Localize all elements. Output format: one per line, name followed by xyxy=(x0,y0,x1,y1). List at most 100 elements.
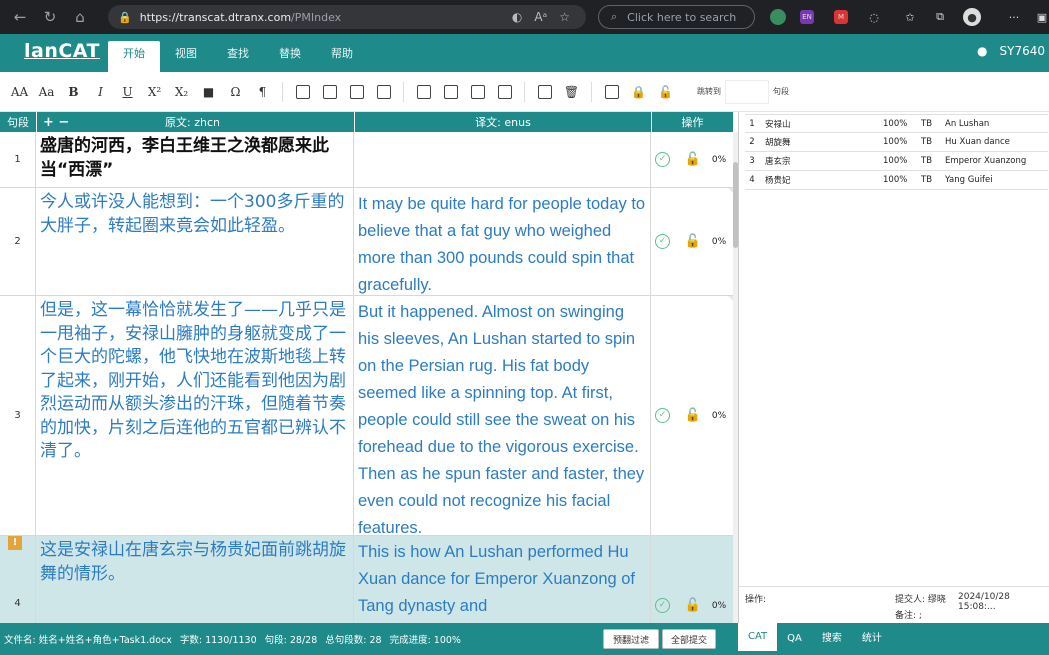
prefilter-button[interactable]: 预翻过滤 xyxy=(603,629,659,649)
merge-icon[interactable] xyxy=(289,84,316,99)
segment-label: 句段 xyxy=(773,87,789,96)
capitalize-button[interactable]: Aa xyxy=(33,85,60,99)
source-lang-label: 原文: zhcn xyxy=(165,116,220,129)
read-aloud-icon[interactable]: Aᵃ xyxy=(534,10,547,24)
match-percent: 0% xyxy=(711,236,727,247)
menu-find[interactable]: 查找 xyxy=(212,41,264,66)
tabs-icon[interactable]: ⧉ xyxy=(930,7,950,27)
status-words: 字数: 1130/1130 xyxy=(179,635,257,646)
special-char-button[interactable]: Ω xyxy=(222,85,249,99)
sidebar-icon[interactable]: ▣ xyxy=(1032,7,1049,27)
uppercase-button[interactable]: AA xyxy=(6,85,33,99)
copy-source-icon[interactable] xyxy=(343,84,370,99)
table-row[interactable]: 2 今人或许没人能想到：一个300多斤重的大胖子，转起圈来竟会如此轻盈。 It … xyxy=(0,188,738,296)
status-segments: 句段: 28/28 xyxy=(264,635,318,646)
lock-icon: 🔒 xyxy=(118,10,132,24)
save-icon[interactable] xyxy=(437,84,464,99)
confirm-icon[interactable]: ✓ xyxy=(655,152,670,167)
menu-start[interactable]: 开始 xyxy=(108,41,160,72)
segment-status: ✓ 🔓 xyxy=(651,296,705,535)
termbase-row[interactable]: 1 安禄山 100% TB An Lushan xyxy=(745,114,1048,133)
profile-avatar[interactable]: ● xyxy=(963,8,981,26)
clear-target-icon[interactable] xyxy=(370,84,397,99)
tab-cat[interactable]: CAT xyxy=(738,623,778,651)
translate-icon[interactable]: ◐ xyxy=(512,10,522,24)
unlock-icon[interactable]: 🔓 xyxy=(685,598,701,613)
extension-icon[interactable] xyxy=(770,9,786,25)
file-icon[interactable] xyxy=(598,84,625,99)
home-icon[interactable]: ⌂ xyxy=(68,8,92,26)
status-bar: 文件名: 姓名+姓名+角色+Task1.docx 字数: 1130/1130 句… xyxy=(0,623,738,655)
source-cell: 但是，这一幕恰恰就发生了——几乎只是一甩袖子，安禄山臃肿的身躯就变成了一个巨大的… xyxy=(36,296,354,535)
extension-icon[interactable]: EN xyxy=(800,10,814,24)
refresh-icon[interactable]: ↻ xyxy=(38,8,62,26)
term-target: Emperor Xuanzong xyxy=(945,156,1027,166)
unlock-icon[interactable]: 🔓 xyxy=(685,234,701,249)
target-cell[interactable]: It may be quite hard for people today to… xyxy=(354,188,651,295)
add-icon[interactable] xyxy=(491,84,518,99)
split-icon[interactable] xyxy=(316,84,343,99)
user-menu[interactable]: ● SY7640 xyxy=(977,44,1045,58)
match-percent: 0% xyxy=(711,154,727,165)
superscript-button[interactable]: X² xyxy=(141,85,168,99)
extension-icon[interactable]: M xyxy=(834,10,848,24)
termbase-row[interactable]: 3 唐玄宗 100% TB Emperor Xuanzong xyxy=(745,152,1048,171)
toolbar-divider xyxy=(282,81,283,102)
italic-button[interactable]: I xyxy=(87,85,114,99)
table-row[interactable]: 3 但是，这一幕恰恰就发生了——几乎只是一甩袖子，安禄山臃肿的身躯就变成了一个巨… xyxy=(0,296,738,537)
submit-time: 2024/10/28 15:08:... xyxy=(958,592,1010,612)
tag-button[interactable]: ■ xyxy=(195,85,222,99)
tab-search[interactable]: 搜索 xyxy=(812,623,852,655)
subscript-button[interactable]: X₂ xyxy=(168,85,195,99)
target-cell[interactable] xyxy=(354,132,651,187)
tab-qa[interactable]: QA xyxy=(777,623,812,655)
termbase-row[interactable]: 2 胡旋舞 100% TB Hu Xuan dance xyxy=(745,133,1048,152)
browser-search-box[interactable]: ⌕ Click here to search xyxy=(598,5,755,29)
target-cell[interactable]: But it happened. Almost on swinging his … xyxy=(354,296,651,537)
warning-icon[interactable]: ! xyxy=(8,536,22,550)
back-icon[interactable]: ← xyxy=(8,8,32,26)
pilcrow-button[interactable]: ¶ xyxy=(249,85,276,99)
segment-number: 1 xyxy=(0,132,36,187)
user-name: SY7640 xyxy=(999,44,1046,58)
submit-all-button[interactable]: 全部提交 xyxy=(662,629,716,649)
segment-status: ✓ 🔓 xyxy=(651,536,705,623)
collections-icon[interactable]: ◌ xyxy=(864,7,884,27)
document-icon[interactable] xyxy=(410,84,437,99)
unlock-icon[interactable]: 🔓 xyxy=(652,85,679,99)
add-remove-controls[interactable]: + − xyxy=(43,115,165,130)
underline-button[interactable]: U xyxy=(114,85,141,99)
menu-view[interactable]: 视图 xyxy=(160,41,212,66)
termbase-row[interactable]: 4 杨贵妃 100% TB Yang Guifei xyxy=(745,171,1048,190)
bold-button[interactable]: B xyxy=(60,85,87,99)
unlock-icon[interactable]: 🔓 xyxy=(685,152,701,167)
copy-icon[interactable] xyxy=(464,84,491,99)
favorite-star-icon[interactable]: ☆ xyxy=(559,10,570,24)
goto-segment-input[interactable] xyxy=(725,79,769,104)
lock-icon[interactable]: 🔒 xyxy=(625,85,652,99)
confirm-icon[interactable]: ✓ xyxy=(655,598,670,613)
table-row-active[interactable]: 4 ! 这是安禄山在唐玄宗与杨贵妃面前跳胡旋舞的情形。 This is how … xyxy=(0,536,738,623)
term-type: TB xyxy=(921,156,933,166)
match-percent: 0% xyxy=(711,410,727,421)
main-menu: 开始 视图 查找 替换 帮助 xyxy=(108,41,368,72)
favorites-icon[interactable]: ✩ xyxy=(900,7,920,27)
term-index: 1 xyxy=(749,118,755,129)
address-bar[interactable]: 🔒 https://transcat.dtranx.com/PMIndex ◐ … xyxy=(108,5,586,29)
term-source: 安禄山 xyxy=(765,119,791,130)
segment-status: ✓ 🔓 xyxy=(651,132,705,187)
select-icon[interactable] xyxy=(531,84,558,99)
target-cell[interactable]: This is how An Lushan performed Hu Xuan … xyxy=(354,536,651,623)
col-header-segment: 句段 xyxy=(0,112,36,132)
confirm-icon[interactable]: ✓ xyxy=(655,234,670,249)
delete-icon[interactable]: 🗑 xyxy=(558,85,585,99)
segment-status: ✓ 🔓 xyxy=(651,188,705,295)
menu-replace[interactable]: 替换 xyxy=(264,41,316,66)
tab-stats[interactable]: 统计 xyxy=(852,623,892,655)
menu-help[interactable]: 帮助 xyxy=(316,41,368,66)
table-row[interactable]: 1 盛唐的河西，李白王维王之涣都愿来此当“西漂” ✓ 🔓 0% xyxy=(0,132,738,188)
confirm-icon[interactable]: ✓ xyxy=(655,408,670,423)
status-total: 总句段数: 28 xyxy=(325,635,382,646)
unlock-icon[interactable]: 🔓 xyxy=(685,408,701,423)
more-icon[interactable]: ··· xyxy=(1004,7,1024,27)
